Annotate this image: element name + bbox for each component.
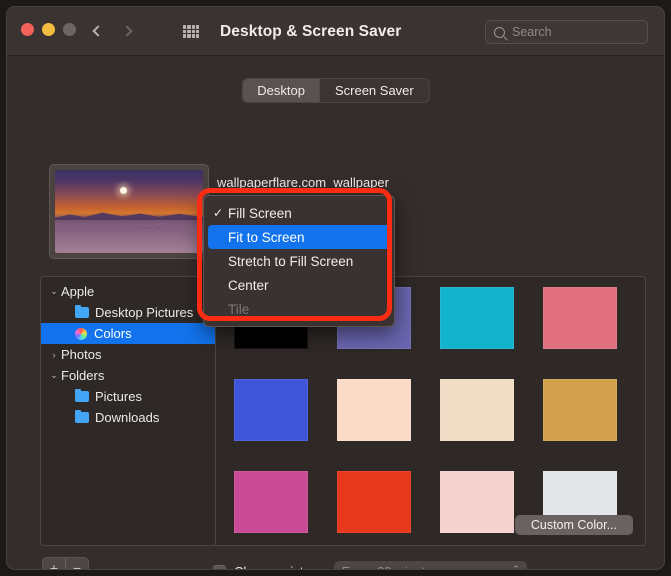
color-swatch[interactable] [440,471,514,533]
sidebar-item-label: Downloads [95,410,160,425]
show-all-grid-icon[interactable] [183,25,199,38]
sidebar-item-desktop-pictures[interactable]: Desktop Pictures [41,302,215,323]
traffic-light-group [21,23,76,36]
menu-item-label: Fit to Screen [228,229,305,245]
sidebar-item-photos[interactable]: › Photos [41,344,215,365]
color-wheel-icon [75,327,87,340]
change-interval-value: Every 30 minutes [342,565,439,570]
zoom-button[interactable] [63,23,76,36]
search-icon [494,26,505,38]
window-titlebar: Desktop & Screen Saver Search [7,7,664,56]
tab-bar: Desktop Screen Saver [241,78,430,103]
sidebar-item-folders[interactable]: ⌄ Folders [41,365,215,386]
wallpaper-preview-image: ⌃ ⌃⌃ ⌃ [55,170,203,253]
sidebar-item-downloads[interactable]: Downloads [41,407,215,428]
preferences-window: Desktop & Screen Saver Search Desktop Sc… [6,6,665,570]
menu-item-label: Tile [228,301,250,317]
window-body: Desktop Screen Saver ⌃ ⌃⌃ ⌃ wallpaperfla… [7,56,664,570]
tab-screen-saver[interactable]: Screen Saver [320,79,429,102]
sidebar-item-apple[interactable]: ⌄ Apple [41,281,215,302]
sidebar-item-label: Folders [61,368,105,383]
wallpaper-preview[interactable]: ⌃ ⌃⌃ ⌃ [49,164,209,259]
change-picture-label: Change picture: [234,564,326,569]
forward-chevron-icon [120,25,133,37]
sidebar-item-label: Pictures [95,389,142,404]
back-button[interactable] [85,20,107,42]
back-chevron-icon [91,25,104,37]
birds-icon: ⌃ ⌃⌃ ⌃ [136,227,162,234]
water-reflection [55,219,203,253]
add-source-button[interactable]: + [43,558,65,569]
search-field[interactable]: Search [485,20,648,44]
menu-item-tile: Tile [208,297,390,321]
sidebar-item-pictures[interactable]: Pictures [41,386,215,407]
color-swatch[interactable] [337,471,411,533]
change-picture-row: Change picture: Every 30 minutes ⌃⌄ [213,561,527,570]
custom-color-button[interactable]: Custom Color... [514,515,633,535]
sidebar-item-label: Apple [61,284,95,299]
sidebar-item-label: Photos [61,347,102,362]
sidebar-item-label: Colors [94,326,132,341]
source-sidebar: ⌄ Apple Desktop Pictures Colors › Photos… [41,277,216,545]
color-swatch[interactable] [440,379,514,441]
tab-desktop[interactable]: Desktop [242,79,320,102]
change-interval-select[interactable]: Every 30 minutes ⌃⌄ [333,561,527,570]
change-picture-checkbox[interactable] [213,565,226,569]
add-remove-source-buttons: + − [42,557,89,569]
chevron-down-icon[interactable]: ⌄ [47,370,61,381]
menu-item-fill-screen[interactable]: ✓ Fill Screen [208,201,390,225]
menu-item-center[interactable]: Center [208,273,390,297]
remove-source-button[interactable]: − [66,558,88,569]
stepper-arrows-icon: ⌃⌄ [512,563,520,570]
chevron-down-icon[interactable]: ⌄ [47,286,61,297]
folder-icon [75,304,89,318]
page-title: Desktop & Screen Saver [220,23,402,40]
search-placeholder: Search [512,25,552,39]
scale-popup-menu[interactable]: ✓ Fill Screen Fit to Screen Stretch to F… [203,195,395,327]
menu-item-label: Stretch to Fill Screen [228,253,354,269]
chevron-right-icon[interactable]: › [47,350,61,360]
folder-icon [75,388,89,402]
sidebar-item-label: Desktop Pictures [95,305,194,320]
folder-icon [75,409,89,423]
forward-button[interactable] [117,20,139,42]
color-swatch[interactable] [440,287,514,349]
color-swatch[interactable] [234,379,308,441]
wallpaper-name: wallpaperflare.com_wallpaper [217,175,389,190]
color-swatch[interactable] [234,471,308,533]
color-swatch[interactable] [337,379,411,441]
sun-icon [120,187,128,195]
color-swatch[interactable] [543,287,617,349]
sidebar-item-colors[interactable]: Colors [41,323,215,344]
minimize-button[interactable] [42,23,55,36]
checkmark-icon: ✓ [212,206,224,220]
menu-item-label: Fill Screen [228,205,292,221]
menu-item-label: Center [228,277,269,293]
menu-item-stretch-to-fill-screen[interactable]: Stretch to Fill Screen [208,249,390,273]
color-swatch[interactable] [543,379,617,441]
menu-item-fit-to-screen[interactable]: Fit to Screen [208,225,390,249]
close-button[interactable] [21,23,34,36]
